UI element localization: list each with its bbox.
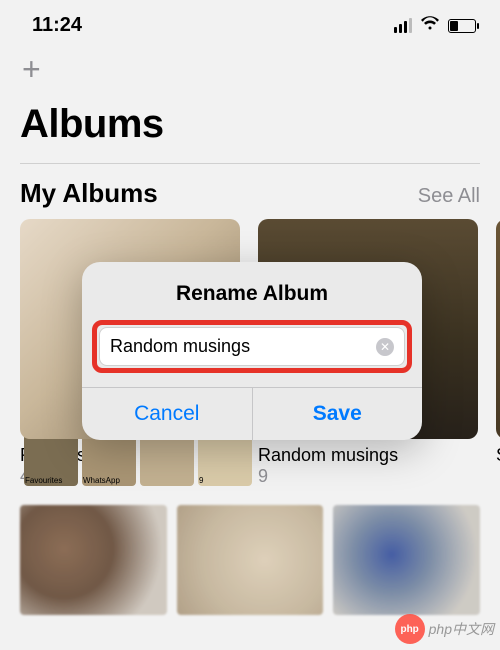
input-highlight-frame: ✕ bbox=[92, 320, 412, 373]
watermark-text: php中文网 bbox=[429, 619, 494, 639]
album-name-input-wrap[interactable]: ✕ bbox=[99, 327, 405, 366]
album-name-input[interactable] bbox=[110, 336, 376, 357]
dialog-buttons: Cancel Save bbox=[82, 387, 422, 440]
clear-input-icon[interactable]: ✕ bbox=[376, 338, 394, 356]
dialog-title: Rename Album bbox=[82, 262, 422, 320]
watermark: php php中文网 bbox=[395, 614, 494, 644]
save-button[interactable]: Save bbox=[253, 388, 423, 440]
cancel-button[interactable]: Cancel bbox=[82, 388, 253, 440]
rename-album-dialog: Rename Album ✕ Cancel Save bbox=[82, 262, 422, 440]
watermark-badge: php bbox=[395, 614, 425, 644]
